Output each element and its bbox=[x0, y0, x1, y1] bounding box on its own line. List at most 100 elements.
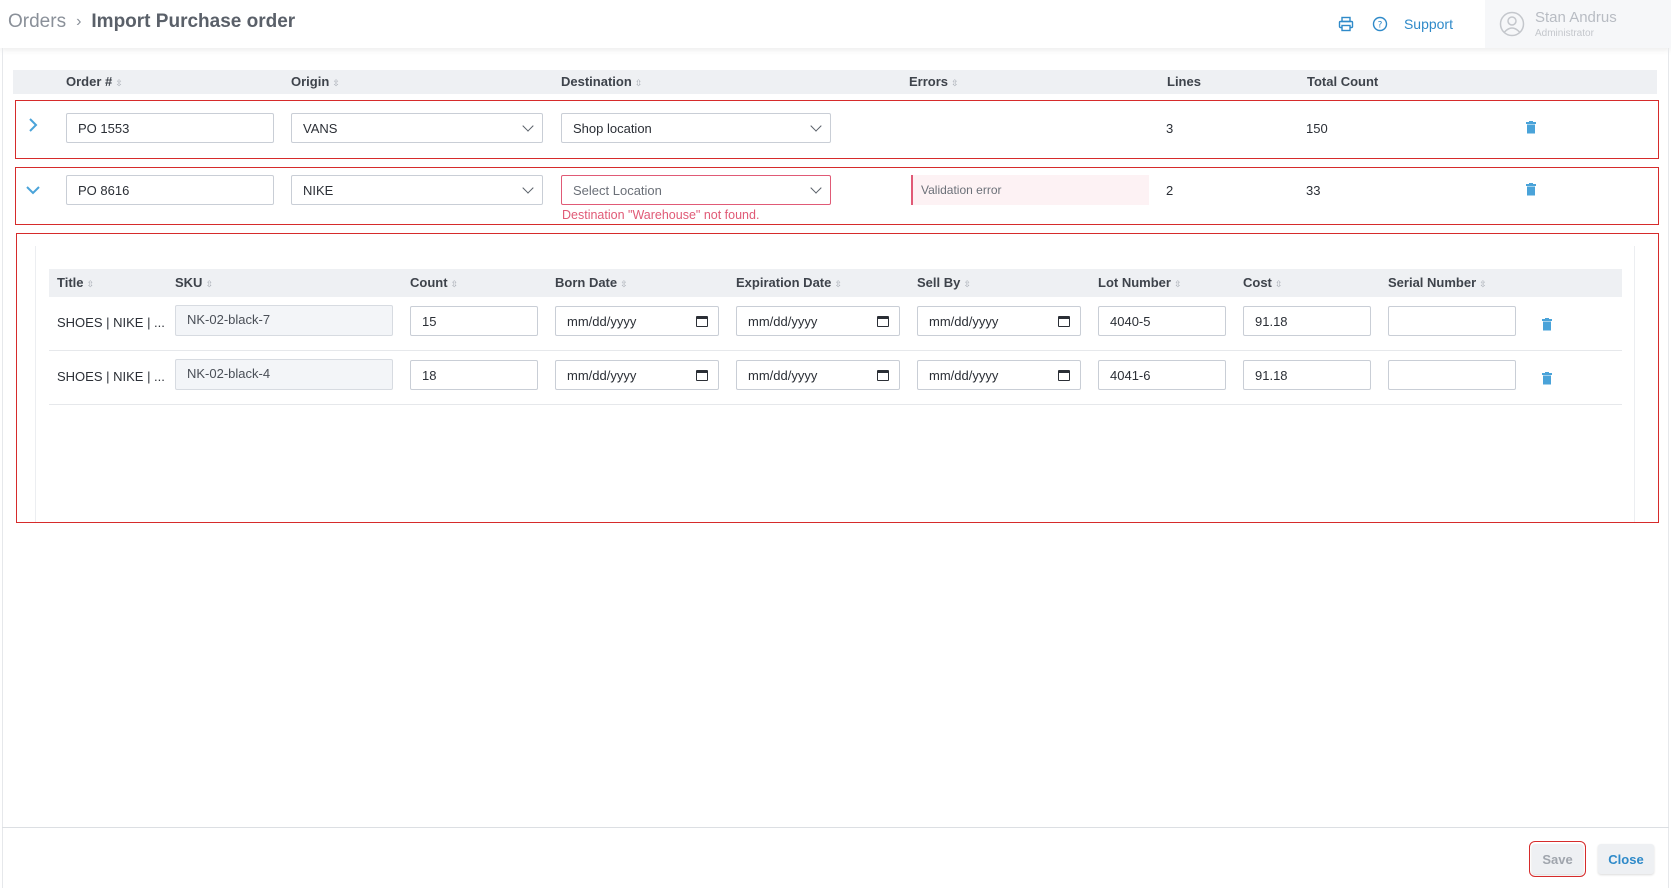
orders-table-header: Order # ⇳ Origin ⇳ Destination ⇳ Errors ⇳ Li… bbox=[13, 70, 1657, 94]
page-title: Import Purchase order bbox=[91, 11, 296, 32]
table-row: SHOES | NIKE | ... NK-02-black-7 15 mm/d… bbox=[49, 297, 1622, 351]
destination-select-value: Select Location bbox=[573, 182, 662, 198]
chevron-down-icon bbox=[810, 120, 822, 132]
calendar-icon[interactable] bbox=[696, 369, 708, 381]
column-header-total-count: Total Count bbox=[1307, 74, 1379, 89]
lot-number-input[interactable]: 4041-6 bbox=[1098, 360, 1226, 390]
column-header-sell-by[interactable]: Sell By ⇳ bbox=[917, 275, 971, 290]
svg-text:?: ? bbox=[1378, 21, 1383, 31]
lot-number-input[interactable]: 4040-5 bbox=[1098, 306, 1226, 336]
count-input[interactable]: 15 bbox=[410, 306, 538, 336]
chevron-down-icon bbox=[522, 120, 534, 132]
chevron-right-icon: › bbox=[76, 13, 82, 30]
column-header-count[interactable]: Count ⇳ bbox=[410, 275, 458, 290]
table-row: SHOES | NIKE | ... NK-02-black-4 18 mm/d… bbox=[49, 351, 1622, 405]
close-button[interactable]: Close bbox=[1598, 844, 1654, 874]
calendar-icon[interactable] bbox=[877, 315, 889, 327]
origin-select[interactable]: VANS bbox=[291, 113, 543, 143]
sell-by-input[interactable]: mm/dd/yyyy bbox=[917, 360, 1081, 390]
sku-field: NK-02-black-7 bbox=[175, 305, 393, 336]
order-lines-panel: Title ⇳ SKU ⇳ Count ⇳ Born Date ⇳ Expiration… bbox=[16, 233, 1659, 523]
sort-icon: ⇳ bbox=[115, 78, 123, 88]
user-name: Stan Andrus bbox=[1535, 9, 1617, 26]
column-header-sku[interactable]: SKU ⇳ bbox=[175, 275, 213, 290]
expiration-date-input[interactable]: mm/dd/yyyy bbox=[736, 306, 900, 336]
sku-field: NK-02-black-4 bbox=[175, 359, 393, 390]
validation-error-badge: Validation error bbox=[911, 175, 1149, 205]
sort-icon: ⇳ bbox=[620, 279, 628, 289]
breadcrumb: Orders › Import Purchase order bbox=[8, 11, 295, 33]
origin-select-value: NIKE bbox=[303, 182, 334, 198]
cost-input[interactable]: 91.18 bbox=[1243, 306, 1371, 336]
support-link[interactable]: Support bbox=[1404, 16, 1453, 32]
cost-input[interactable]: 91.18 bbox=[1243, 360, 1371, 390]
sort-icon: ⇳ bbox=[963, 279, 971, 289]
column-header-lot-number[interactable]: Lot Number ⇳ bbox=[1098, 275, 1182, 290]
destination-select[interactable]: Shop location bbox=[561, 113, 831, 143]
column-header-errors[interactable]: Errors ⇳ bbox=[909, 74, 959, 89]
order-number-input[interactable]: PO 8616 bbox=[66, 175, 274, 205]
sort-icon: ⇳ bbox=[86, 279, 95, 289]
chevron-down-icon bbox=[810, 182, 822, 194]
sort-icon: ⇳ bbox=[1274, 279, 1283, 289]
column-header-born-date[interactable]: Born Date ⇳ bbox=[555, 275, 628, 290]
order-lines-table: Title ⇳ SKU ⇳ Count ⇳ Born Date ⇳ Expiration… bbox=[35, 246, 1635, 522]
sort-icon: ⇳ bbox=[1173, 279, 1182, 289]
printer-icon[interactable] bbox=[1336, 14, 1356, 34]
born-date-input[interactable]: mm/dd/yyyy bbox=[555, 360, 719, 390]
top-header: Orders › Import Purchase order ? Support… bbox=[0, 0, 1671, 48]
column-header-title[interactable]: Title ⇳ bbox=[57, 275, 94, 290]
help-circle-icon[interactable]: ? bbox=[1370, 14, 1390, 34]
user-avatar-icon bbox=[1499, 11, 1525, 37]
destination-select[interactable]: Select Location bbox=[561, 175, 831, 205]
lines-table-header: Title ⇳ SKU ⇳ Count ⇳ Born Date ⇳ Expiration… bbox=[49, 269, 1622, 297]
destination-error-message: Destination "Warehouse" not found. bbox=[562, 208, 760, 222]
column-header-destination[interactable]: Destination ⇳ bbox=[561, 74, 642, 89]
calendar-icon[interactable] bbox=[696, 315, 708, 327]
serial-number-input[interactable] bbox=[1388, 306, 1516, 336]
chevron-down-icon[interactable] bbox=[26, 182, 40, 198]
origin-select[interactable]: NIKE bbox=[291, 175, 543, 205]
calendar-icon[interactable] bbox=[1058, 315, 1070, 327]
chevron-down-icon bbox=[522, 182, 534, 194]
sort-icon: ⇳ bbox=[1479, 279, 1487, 289]
born-date-input[interactable]: mm/dd/yyyy bbox=[555, 306, 719, 336]
serial-number-input[interactable] bbox=[1388, 360, 1516, 390]
column-header-origin[interactable]: Origin ⇳ bbox=[291, 74, 340, 89]
sort-icon: ⇳ bbox=[951, 78, 959, 88]
lines-count: 3 bbox=[1166, 121, 1174, 136]
order-row: PO 8616 NIKE Select Location Destination… bbox=[15, 167, 1659, 225]
user-menu[interactable]: Stan Andrus Administrator bbox=[1485, 0, 1671, 48]
trash-icon[interactable] bbox=[1526, 121, 1536, 134]
chevron-right-icon[interactable] bbox=[28, 118, 38, 135]
calendar-icon[interactable] bbox=[877, 369, 889, 381]
lines-count: 2 bbox=[1166, 183, 1174, 198]
expiration-date-input[interactable]: mm/dd/yyyy bbox=[736, 360, 900, 390]
column-header-serial-number[interactable]: Serial Number ⇳ bbox=[1388, 275, 1487, 290]
count-input[interactable]: 18 bbox=[410, 360, 538, 390]
sort-icon: ⇳ bbox=[634, 78, 643, 88]
total-count: 150 bbox=[1306, 121, 1328, 136]
sort-icon: ⇳ bbox=[332, 78, 340, 88]
trash-icon[interactable] bbox=[1542, 318, 1552, 331]
line-title: SHOES | NIKE | ... bbox=[57, 315, 165, 330]
save-button[interactable]: Save bbox=[1529, 841, 1586, 877]
column-header-expiration-date[interactable]: Expiration Date ⇳ bbox=[736, 275, 842, 290]
origin-select-value: VANS bbox=[303, 120, 338, 136]
column-header-order[interactable]: Order # ⇳ bbox=[66, 74, 123, 89]
column-header-lines: Lines bbox=[1167, 74, 1201, 89]
sell-by-input[interactable]: mm/dd/yyyy bbox=[917, 306, 1081, 336]
breadcrumb-orders-link[interactable]: Orders bbox=[8, 11, 66, 33]
line-title: SHOES | NIKE | ... bbox=[57, 369, 165, 384]
trash-icon[interactable] bbox=[1526, 183, 1536, 196]
order-number-input[interactable]: PO 1553 bbox=[66, 113, 274, 143]
sort-icon: ⇳ bbox=[834, 279, 842, 289]
order-row: PO 1553 VANS Shop location 3 150 bbox=[15, 100, 1659, 159]
sort-icon: ⇳ bbox=[450, 279, 459, 289]
trash-icon[interactable] bbox=[1542, 372, 1552, 385]
total-count: 33 bbox=[1306, 183, 1321, 198]
sort-icon: ⇳ bbox=[205, 279, 213, 289]
user-role: Administrator bbox=[1535, 28, 1594, 39]
calendar-icon[interactable] bbox=[1058, 369, 1070, 381]
column-header-cost[interactable]: Cost ⇳ bbox=[1243, 275, 1282, 290]
